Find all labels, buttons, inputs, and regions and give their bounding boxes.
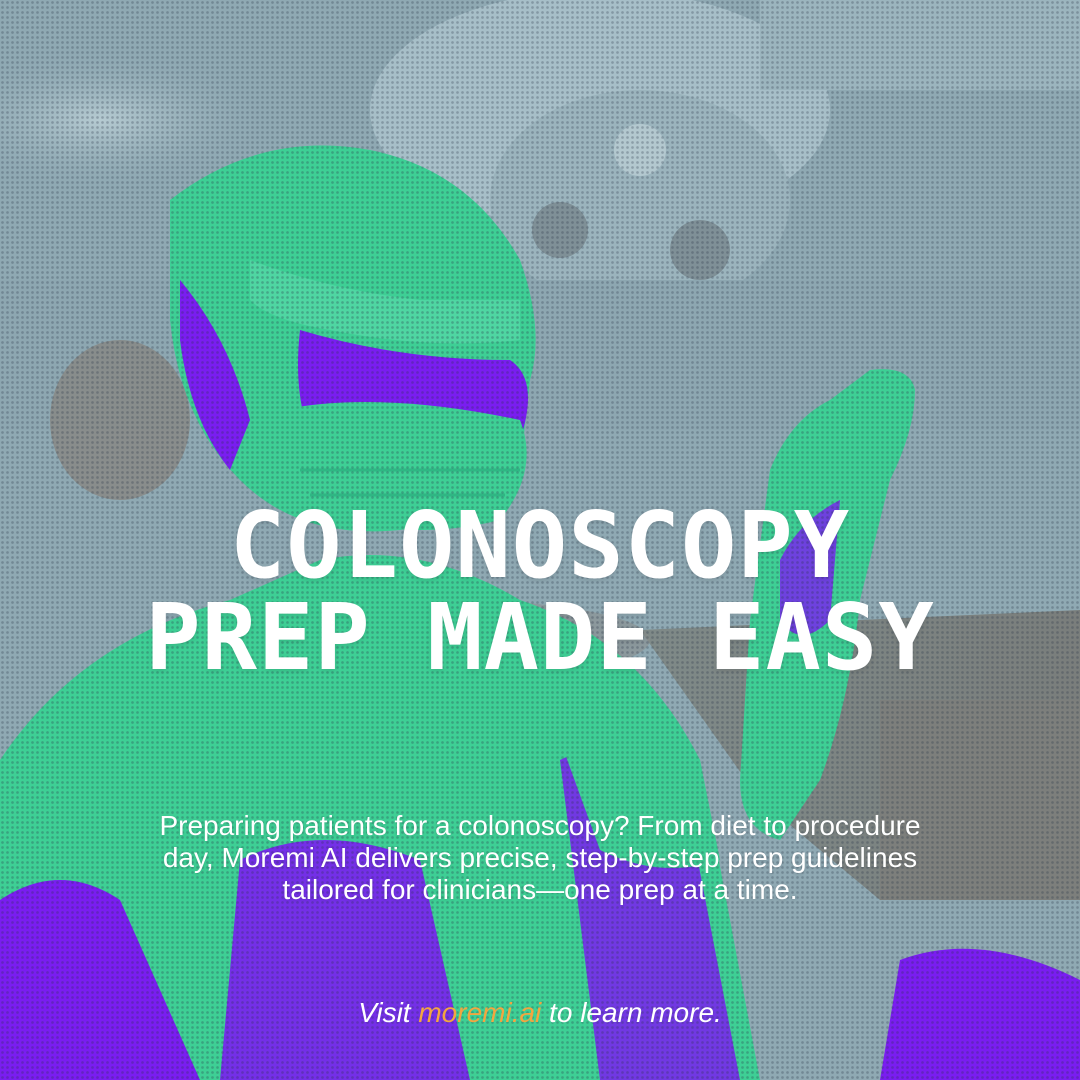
headline: COLONOSCOPY PREP MADE EASY	[0, 500, 1080, 684]
cta-prefix: Visit	[358, 997, 419, 1028]
headline-line-1: COLONOSCOPY	[229, 492, 851, 599]
poster: COLONOSCOPY PREP MADE EASY Preparing pat…	[0, 0, 1080, 1080]
call-to-action: Visit moremi.ai to learn more.	[0, 996, 1080, 1030]
body-text: Preparing patients for a colonoscopy? Fr…	[159, 810, 921, 905]
cta-suffix: to learn more.	[541, 997, 722, 1028]
headline-line-2: PREP MADE EASY	[145, 584, 935, 691]
website-link[interactable]: moremi.ai	[418, 997, 541, 1028]
